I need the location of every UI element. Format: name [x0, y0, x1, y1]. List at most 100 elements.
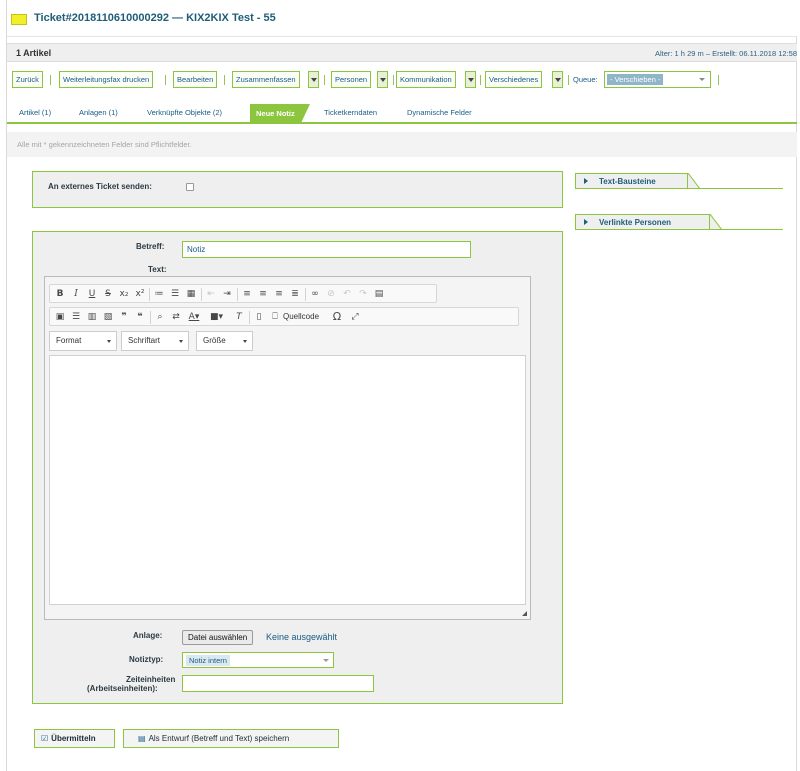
tab-linked-objects[interactable]: Verknüpfte Objekte (2): [147, 108, 222, 117]
editor-separator: [201, 288, 202, 301]
linked-persons-widget[interactable]: Verlinkte Personen: [575, 214, 783, 230]
page-break-icon[interactable]: ▤: [373, 288, 385, 300]
external-ticket-panel: An externes Ticket senden:: [32, 171, 563, 208]
font-select-label: Schriftart: [128, 336, 161, 345]
image-icon[interactable]: ▣: [54, 311, 66, 323]
superscript-icon[interactable]: x²: [134, 288, 146, 300]
background-color-icon[interactable]: ■▾: [210, 311, 223, 323]
note-type-select[interactable]: Notiz intern: [182, 652, 334, 668]
merge-dropdown-toggle[interactable]: [308, 71, 319, 88]
toolbar-separator: [224, 75, 225, 85]
paste-word-icon[interactable]: ▧: [102, 311, 114, 323]
submit-button-label: Übermitteln: [51, 734, 96, 743]
editor-separator: [237, 288, 238, 301]
toolbar-separator: [165, 75, 166, 85]
merge-button[interactable]: Zusammenfassen: [232, 71, 300, 88]
quote-icon[interactable]: ❝: [134, 311, 146, 323]
bold-icon[interactable]: B: [54, 288, 66, 300]
queue-label: Queue:: [573, 75, 598, 84]
unlink-icon[interactable]: ⊘: [325, 288, 337, 300]
undo-icon[interactable]: ↶: [341, 288, 353, 300]
tab-corner: [688, 173, 700, 189]
editor-toolbar-row-2: ▣ ☰ ▥ ▧ ❞ ❝ ⌕ ⇄ A▾ ■▾ T ▯ ⎕ Quellcode Ω …: [49, 307, 519, 326]
communication-dropdown-toggle[interactable]: [465, 71, 476, 88]
redo-icon[interactable]: ↷: [357, 288, 369, 300]
queue-move-select[interactable]: - Verschieben -: [604, 71, 711, 88]
priority-flag-icon: [11, 14, 27, 25]
font-select[interactable]: Schriftart: [121, 331, 189, 351]
people-button[interactable]: Personen: [331, 71, 372, 88]
linked-persons-header[interactable]: Verlinkte Personen: [575, 214, 710, 230]
paste-text-icon[interactable]: ▥: [86, 311, 98, 323]
align-left-icon[interactable]: ≡: [241, 288, 253, 300]
bullet-list-icon[interactable]: ☰: [169, 288, 181, 300]
people-dropdown-toggle[interactable]: [377, 71, 388, 88]
text-modules-header[interactable]: Text-Bausteine: [575, 173, 688, 189]
submit-button[interactable]: ☑ Übermitteln: [34, 729, 115, 748]
edit-button[interactable]: Bearbeiten: [173, 71, 218, 88]
strikethrough-icon[interactable]: S: [102, 288, 114, 300]
tab-dynamic-fields[interactable]: Dynamische Felder: [407, 108, 472, 117]
editor-separator: [305, 288, 306, 301]
time-units-input[interactable]: [182, 675, 374, 692]
tab-articles[interactable]: Artikel (1): [19, 108, 51, 117]
text-color-icon[interactable]: A▾: [188, 311, 200, 323]
toolbar-separator: [718, 75, 719, 85]
misc-button[interactable]: Verschiedenes: [485, 71, 543, 88]
file-select-button[interactable]: Datei auswählen: [182, 630, 254, 645]
tab-ticket-core-data[interactable]: Ticketkerndaten: [324, 108, 377, 117]
template-icon[interactable]: ▯: [253, 311, 265, 323]
time-units-sublabel: (Arbeitseinheiten):: [87, 684, 158, 693]
tab-attachments[interactable]: Anlagen (1): [79, 108, 118, 117]
special-character-icon[interactable]: Ω: [331, 311, 343, 323]
toolbar-separator: [393, 75, 394, 85]
rich-text-editor: B I U S x₂ x² ≔ ☰ ▦ ⇤ ⇥ ≡ ≡ ≡ ≣ ∞ ⊘ ↶ ↷ …: [44, 276, 531, 620]
back-button[interactable]: Zurück: [12, 71, 43, 88]
indent-icon[interactable]: ⇥: [221, 288, 233, 300]
source-code-label[interactable]: Quellcode: [283, 312, 319, 321]
link-icon[interactable]: ∞: [309, 288, 321, 300]
editor-content-area[interactable]: [49, 355, 526, 605]
toolbar-separator: [568, 75, 569, 85]
table-icon[interactable]: ▦: [185, 288, 197, 300]
ticket-title-bar: Ticket#2018110610000292 — KIX2KIX Test -…: [7, 0, 797, 37]
numbered-list-icon[interactable]: ≔: [153, 288, 165, 300]
chevron-down-icon: [323, 659, 329, 662]
italic-icon[interactable]: I: [70, 288, 82, 300]
external-ticket-checkbox[interactable]: [186, 183, 194, 191]
align-center-icon[interactable]: ≡: [257, 288, 269, 300]
subscript-icon[interactable]: x₂: [118, 288, 130, 300]
note-type-value: Notiz intern: [186, 655, 230, 666]
queue-move-value: - Verschieben -: [607, 74, 664, 85]
maximize-icon[interactable]: ⤢: [349, 311, 361, 323]
subject-input[interactable]: Notiz: [182, 241, 471, 258]
expand-arrow-icon: [584, 219, 588, 225]
document-icon: ▤: [138, 734, 146, 743]
outdent-icon[interactable]: ⇤: [205, 288, 217, 300]
subject-label: Betreff:: [136, 242, 165, 251]
remove-format-icon[interactable]: T: [233, 311, 245, 323]
blockquote-icon[interactable]: ❞: [118, 311, 130, 323]
tab-new-note[interactable]: Neue Notiz: [250, 104, 310, 123]
chevron-down-icon: [243, 340, 247, 343]
find-icon[interactable]: ⌕: [154, 311, 166, 323]
print-fax-button[interactable]: Weiterleitungsfax drucken: [59, 71, 154, 88]
external-ticket-label: An externes Ticket senden:: [48, 182, 152, 191]
article-bar: 1 Artikel Alter: 1 h 29 m – Erstellt: 06…: [7, 43, 797, 62]
format-select[interactable]: Format: [49, 331, 117, 351]
save-draft-button[interactable]: ▤ Als Entwurf (Betreff und Text) speicher…: [123, 729, 339, 748]
text-modules-widget[interactable]: Text-Bausteine: [575, 173, 783, 189]
replace-icon[interactable]: ⇄: [170, 311, 182, 323]
required-fields-hint: Alle mit * gekennzeichneten Felder sind …: [7, 132, 797, 157]
underline-icon[interactable]: U: [86, 288, 98, 300]
size-select[interactable]: Größe: [196, 331, 253, 351]
misc-dropdown-toggle[interactable]: [552, 71, 563, 88]
resize-handle-icon[interactable]: [522, 611, 527, 616]
align-right-icon[interactable]: ≡: [273, 288, 285, 300]
horizontal-rule-icon[interactable]: ☰: [70, 311, 82, 323]
communication-button[interactable]: Kommunikation: [396, 71, 456, 88]
editor-toolbar-row-1: B I U S x₂ x² ≔ ☰ ▦ ⇤ ⇥ ≡ ≡ ≡ ≣ ∞ ⊘ ↶ ↷ …: [49, 284, 437, 303]
source-code-icon[interactable]: ⎕: [269, 311, 281, 323]
align-justify-icon[interactable]: ≣: [289, 288, 301, 300]
linked-persons-underline: [575, 229, 783, 230]
